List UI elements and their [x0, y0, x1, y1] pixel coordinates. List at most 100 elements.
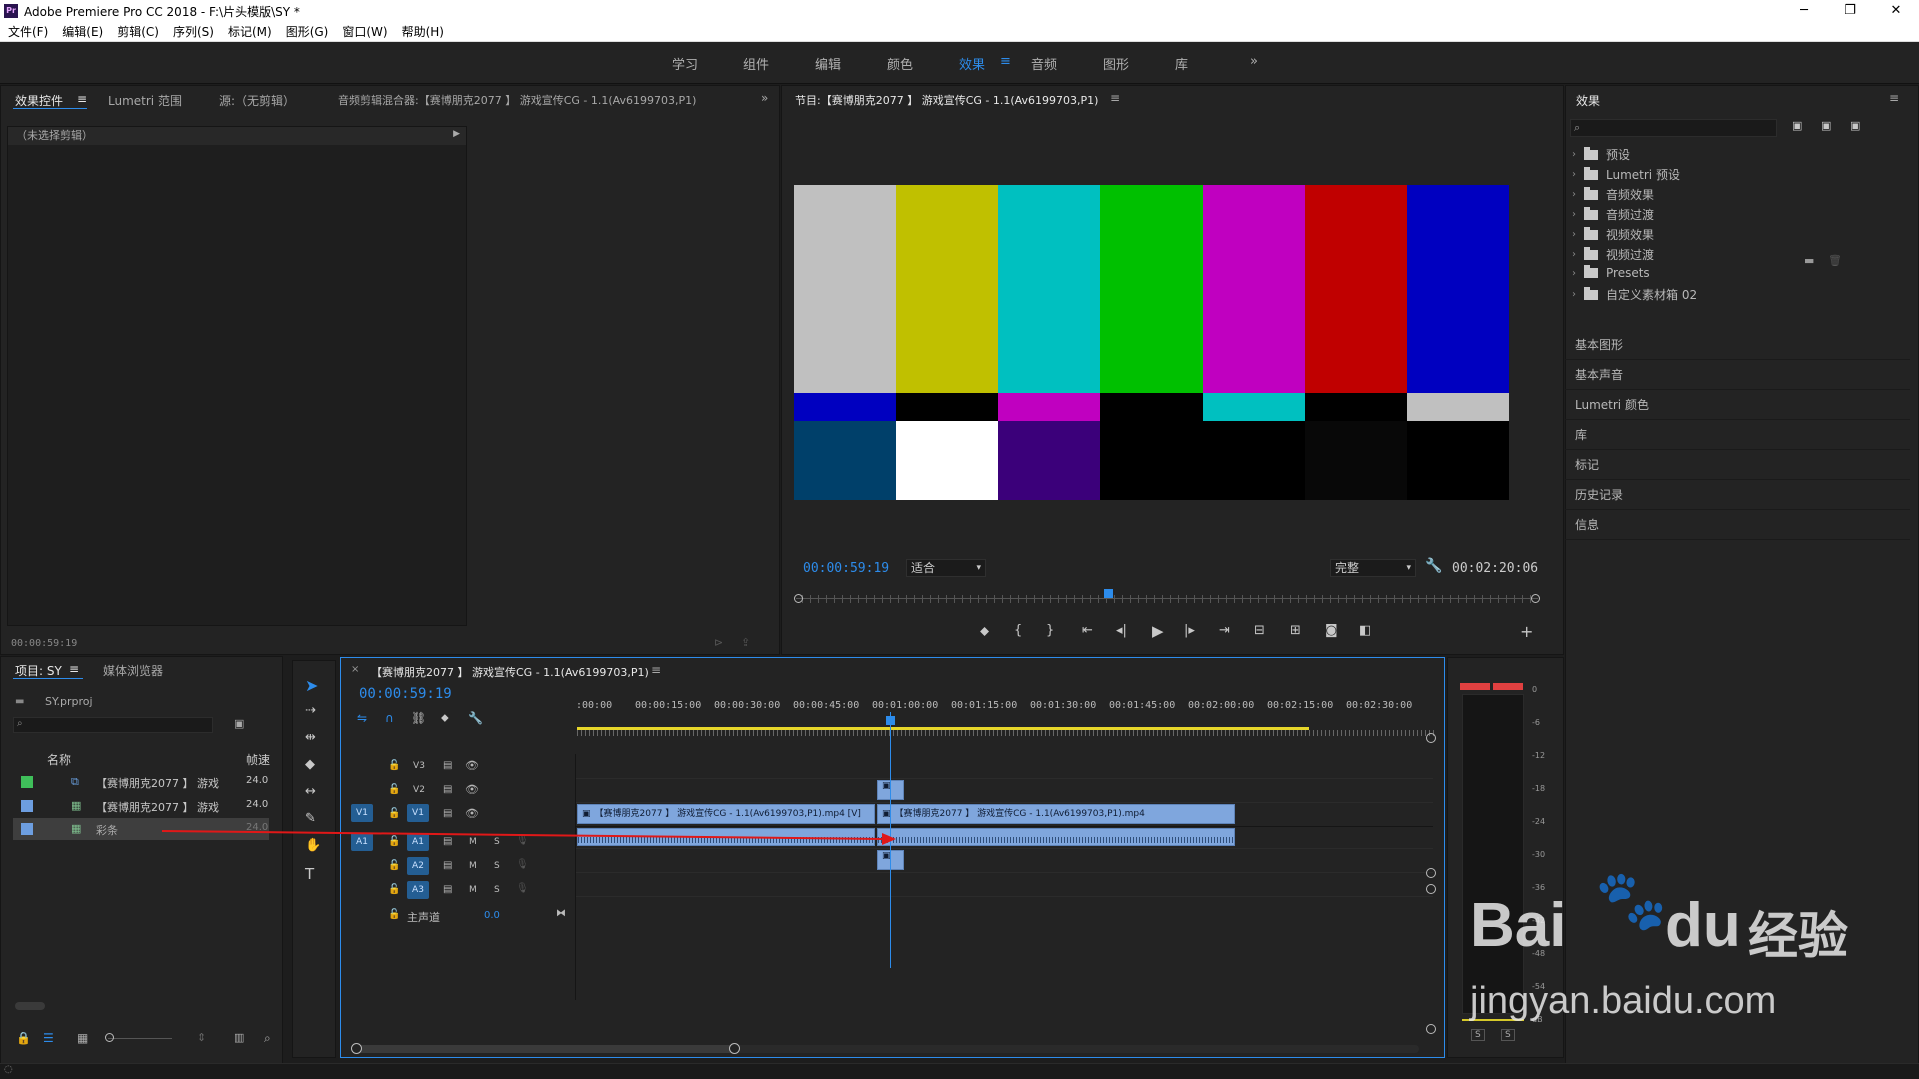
- menu-sequence[interactable]: 序列(S): [173, 23, 214, 40]
- close-sequence-icon[interactable]: ×: [351, 664, 359, 675]
- a2-lock-icon[interactable]: 🔓: [388, 860, 400, 871]
- a2-solo[interactable]: S: [494, 861, 500, 871]
- type-tool-icon[interactable]: T: [305, 865, 314, 883]
- tab-project[interactable]: 项目: SY: [15, 662, 62, 679]
- timeline-hscroll-thumb[interactable]: [355, 1045, 735, 1053]
- 32bit-effects-icon[interactable]: ▣: [1821, 119, 1831, 132]
- timeline-playhead[interactable]: [886, 716, 895, 725]
- effects-item-audio-effects[interactable]: › 音频效果: [1572, 186, 1654, 203]
- clip-v1-video[interactable]: ▣ 【赛博朋克2077 】 游戏宣传CG - 1.1(Av6199703,P1).…: [577, 804, 875, 824]
- a3-sync-icon[interactable]: ▤: [443, 884, 452, 895]
- panel-more-icon[interactable]: »: [761, 91, 768, 105]
- program-playhead[interactable]: [1103, 589, 1113, 598]
- master-end-icon[interactable]: ⧓: [556, 908, 566, 919]
- v1-sync-icon[interactable]: ▤: [443, 808, 452, 819]
- workspace-graphics[interactable]: 图形: [1103, 54, 1129, 73]
- project-search-input[interactable]: ⌕: [13, 717, 213, 733]
- accelerated-effects-icon[interactable]: ▣: [1792, 119, 1802, 132]
- zoom-select[interactable]: 适合 ▾: [906, 559, 986, 577]
- mark-out-icon[interactable]: }: [1046, 623, 1054, 638]
- v2-sync-icon[interactable]: ▤: [443, 784, 452, 795]
- menu-graphics[interactable]: 图形(G): [286, 23, 329, 40]
- timeline-timecode[interactable]: 00:00:59:19: [359, 686, 452, 702]
- lift-icon[interactable]: ⊟: [1254, 623, 1265, 638]
- v2-lock-icon[interactable]: 🔓: [388, 784, 400, 795]
- v3-eye-icon[interactable]: 👁: [465, 759, 479, 772]
- v1-eye-icon[interactable]: 👁: [465, 807, 479, 820]
- go-to-in-icon[interactable]: ⇤: [1082, 623, 1093, 638]
- section-lumetri-color[interactable]: Lumetri 颜色: [1565, 390, 1910, 420]
- snap-icon[interactable]: ∩: [385, 711, 394, 725]
- a3-mute[interactable]: M: [469, 885, 477, 895]
- comparison-view-icon[interactable]: ◧: [1359, 623, 1371, 638]
- expand-arrow-icon[interactable]: ▶: [453, 129, 460, 139]
- add-marker-icon[interactable]: ⬥: [441, 711, 449, 725]
- timeline-menu-icon[interactable]: ≡: [651, 663, 661, 677]
- effects-item-presets[interactable]: › 预设: [1572, 146, 1630, 163]
- tab-audio-clip-mixer[interactable]: 音频剪辑混合器:【赛博朋克2077 】 游戏宣传CG - 1.1(Av61997…: [338, 92, 696, 108]
- find-icon[interactable]: ⌕: [264, 1031, 271, 1046]
- meter-solo-left[interactable]: S: [1471, 1029, 1485, 1041]
- track-a2-label[interactable]: A2: [407, 857, 429, 875]
- effects-menu-icon[interactable]: ≡: [1889, 91, 1899, 105]
- v2-eye-icon[interactable]: 👁: [465, 783, 479, 796]
- workspace-more-icon[interactable]: »: [1250, 54, 1258, 69]
- section-libraries[interactable]: 库: [1565, 420, 1910, 450]
- workspace-libraries[interactable]: 库: [1175, 54, 1188, 73]
- workspace-editing[interactable]: 编辑: [815, 54, 841, 73]
- export-icon[interactable]: ⇪: [741, 636, 750, 649]
- tab-effect-controls[interactable]: 效果控件: [15, 92, 63, 109]
- workspace-assembly[interactable]: 组件: [743, 54, 769, 73]
- new-bin-icon[interactable]: ▬: [1804, 254, 1814, 267]
- list-view-icon[interactable]: ☰: [43, 1031, 54, 1045]
- section-info[interactable]: 信息: [1565, 510, 1910, 540]
- workspace-menu-icon[interactable]: ≡: [1000, 54, 1011, 69]
- menu-clip[interactable]: 剪辑(C): [117, 23, 159, 40]
- clip-v1-video-2[interactable]: ▣ 【赛博朋克2077 】 游戏宣传CG - 1.1(Av6199703,P1).…: [877, 804, 1235, 824]
- zoom-slider[interactable]: [108, 1038, 172, 1039]
- project-menu-icon[interactable]: ≡: [69, 662, 79, 676]
- vscroll-handle-bottom[interactable]: [1426, 1024, 1436, 1034]
- source-v1-patch[interactable]: V1: [351, 804, 373, 822]
- nest-icon[interactable]: ⇋: [357, 711, 367, 725]
- step-back-icon[interactable]: ◂|: [1116, 623, 1127, 638]
- track-a3-label[interactable]: A3: [407, 881, 429, 899]
- menu-edit[interactable]: 编辑(E): [62, 23, 103, 40]
- tab-source[interactable]: 源:（无剪辑）: [219, 92, 295, 109]
- program-scrubber[interactable]: [794, 589, 1540, 605]
- pen-tool-icon[interactable]: ✎: [305, 811, 316, 826]
- razor-tool-icon[interactable]: ◆: [305, 757, 315, 772]
- ripple-edit-tool-icon[interactable]: ⇹: [305, 730, 316, 745]
- a2-mic-icon[interactable]: 🎙: [516, 859, 529, 870]
- yuv-effects-icon[interactable]: ▣: [1850, 119, 1860, 132]
- lock-icon[interactable]: 🔒: [16, 1031, 31, 1045]
- workspace-audio[interactable]: 音频: [1031, 54, 1057, 73]
- track-v2-label[interactable]: V2: [409, 785, 429, 795]
- meter-solo-right[interactable]: S: [1501, 1029, 1515, 1041]
- automate-to-sequence-icon[interactable]: ▥: [234, 1031, 244, 1044]
- a3-lock-icon[interactable]: 🔓: [388, 884, 400, 895]
- a3-mic-icon[interactable]: 🎙: [516, 883, 529, 894]
- icon-view-icon[interactable]: ▦: [77, 1031, 88, 1045]
- sort-icon[interactable]: ⇕: [197, 1031, 206, 1044]
- effects-item-video-effects[interactable]: › 视频效果: [1572, 226, 1654, 243]
- slip-tool-icon[interactable]: ↔: [305, 784, 316, 799]
- linked-selection-icon[interactable]: ⛓: [411, 711, 426, 725]
- new-bin-from-search-icon[interactable]: ▣: [234, 717, 244, 730]
- menu-help[interactable]: 帮助(H): [402, 23, 444, 40]
- track-select-tool-icon[interactable]: ⇢: [305, 703, 316, 718]
- timeline-settings-icon[interactable]: 🔧: [468, 711, 483, 725]
- vscroll-handle-audio[interactable]: [1426, 884, 1436, 894]
- zoom-slider-handle[interactable]: [105, 1033, 114, 1042]
- section-markers[interactable]: 标记: [1565, 450, 1910, 480]
- project-scrollbar[interactable]: [15, 1002, 45, 1010]
- effects-item-custom-bin[interactable]: › 自定义素材箱 02: [1572, 286, 1697, 303]
- add-marker-icon[interactable]: ⬥: [980, 624, 989, 639]
- v3-lock-icon[interactable]: 🔓: [388, 760, 400, 771]
- a2-mute[interactable]: M: [469, 861, 477, 871]
- sequence-tab[interactable]: 【赛博朋克2077 】 游戏宣传CG - 1.1(Av6199703,P1): [371, 664, 649, 680]
- workspace-color[interactable]: 颜色: [887, 54, 913, 73]
- program-timecode[interactable]: 00:00:59:19: [803, 561, 889, 576]
- mark-in-icon[interactable]: {: [1014, 623, 1022, 638]
- track-v1-label[interactable]: V1: [407, 804, 429, 822]
